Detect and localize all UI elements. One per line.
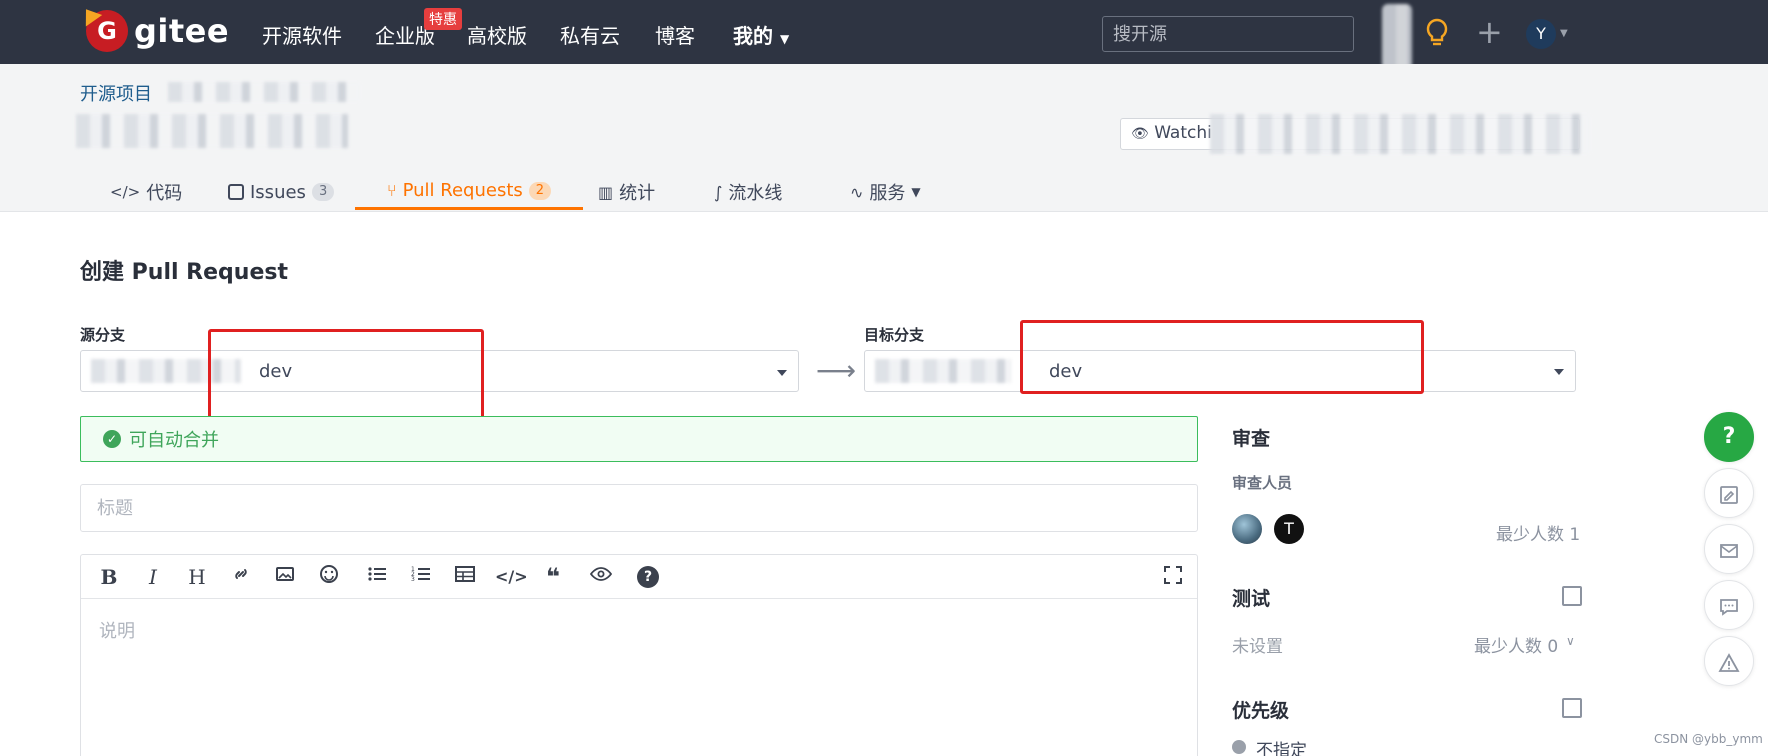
nav-university[interactable]: 高校版 — [467, 20, 527, 49]
service-icon: ∿ — [850, 182, 864, 202]
arrow-right-icon: ⟶ — [816, 354, 857, 387]
test-value: 未设置 — [1232, 637, 1283, 657]
tab-stats[interactable]: ▥ 统计 — [598, 174, 655, 210]
tab-service-label: 服务 — [869, 183, 906, 204]
priority-section-title: 优先级 — [1232, 700, 1290, 722]
enterprise-promo-badge: 特惠 — [424, 8, 462, 30]
test-min-count[interactable]: 最少人数 0 — [1474, 632, 1558, 657]
pipeline-icon: ∫ — [714, 182, 723, 202]
highlight-box-source — [208, 329, 484, 421]
nav-open-source[interactable]: 开源软件 — [262, 20, 342, 49]
nav-mine-label: 我的 — [733, 24, 773, 48]
review-min-count: 最少人数 1 — [1496, 525, 1581, 545]
italic-icon[interactable]: I — [139, 563, 167, 591]
mail-float-button[interactable] — [1704, 524, 1754, 574]
reviewers-label: 审查人员 — [1232, 474, 1293, 492]
target-repo-redacted — [875, 359, 1011, 383]
preview-eye-icon[interactable] — [587, 563, 615, 591]
image-icon[interactable] — [271, 563, 299, 591]
plus-icon[interactable]: + — [1476, 14, 1503, 50]
nav-mine[interactable]: 我的 ▼ — [733, 20, 789, 49]
review-section-title: 审查 — [1232, 428, 1271, 450]
issues-count-badge: 3 — [311, 183, 335, 201]
pr-title-input[interactable] — [80, 484, 1198, 532]
user-avatar[interactable]: Y — [1526, 19, 1556, 49]
quote-icon[interactable]: ❝ — [539, 563, 567, 591]
tab-issues-label: Issues — [250, 181, 306, 203]
tab-pull-requests-label: Pull Requests — [402, 180, 523, 201]
edit-icon[interactable] — [1562, 586, 1582, 606]
blurred-avatar-redacted — [1382, 4, 1412, 70]
bullet-list-icon[interactable] — [363, 563, 391, 591]
test-section-title: 测试 — [1232, 588, 1271, 610]
edit-icon[interactable] — [1562, 698, 1582, 718]
svg-text:3: 3 — [411, 576, 415, 583]
breadcrumb[interactable]: 开源项目 — [80, 80, 152, 106]
repo-actions-redacted — [1210, 114, 1590, 154]
highlight-box-target — [1020, 320, 1424, 394]
tab-issues[interactable]: Issues 3 — [228, 174, 335, 210]
help-icon[interactable]: ? — [637, 566, 659, 588]
priority-value[interactable]: 不指定 — [1256, 736, 1307, 756]
nav-blog[interactable]: 博客 — [655, 20, 695, 49]
fullscreen-icon[interactable] — [1159, 563, 1187, 591]
issues-icon — [228, 184, 244, 200]
code-icon: </> — [110, 183, 141, 201]
tab-code-label: 代码 — [146, 183, 183, 204]
code-block-icon[interactable]: </> — [495, 563, 528, 591]
description-editor[interactable]: B I H 123 </> ❝ ? 说明 — [80, 554, 1198, 756]
merge-status-text: 可自动合并 — [129, 430, 219, 451]
merge-status-banner: ✓ 可自动合并 — [80, 416, 1198, 462]
check-circle-icon: ✓ — [103, 430, 121, 448]
bold-icon[interactable]: B — [95, 563, 123, 591]
source-branch-label: 源分支 — [80, 326, 126, 344]
user-menu-chevron-icon[interactable]: ▼ — [1560, 28, 1568, 39]
tab-service[interactable]: ∿ 服务 ▼ — [850, 174, 921, 210]
lightbulb-icon[interactable] — [1424, 18, 1450, 48]
search-input[interactable] — [1102, 16, 1354, 52]
table-icon[interactable] — [451, 563, 479, 591]
logo-text[interactable]: gitee — [134, 12, 229, 50]
chat-float-button[interactable] — [1704, 580, 1754, 630]
editor-toolbar: B I H 123 </> ❝ ? — [81, 555, 1197, 599]
pull-requests-count-badge: 2 — [528, 181, 552, 200]
help-float-button[interactable]: ? — [1704, 412, 1754, 462]
chevron-down-icon[interactable]: ∨ — [1566, 634, 1575, 648]
chevron-down-icon — [1554, 369, 1564, 375]
ordered-list-icon[interactable]: 123 — [407, 563, 435, 591]
priority-dot-icon — [1232, 740, 1246, 754]
target-branch-label: 目标分支 — [864, 326, 925, 344]
chevron-down-icon: ▼ — [911, 185, 921, 199]
tab-stats-label: 统计 — [619, 183, 656, 204]
feedback-float-button[interactable] — [1704, 468, 1754, 518]
heading-icon[interactable]: H — [183, 563, 211, 591]
page-title: 创建 Pull Request — [80, 260, 288, 285]
repo-name-redacted — [76, 114, 348, 148]
tab-pipeline[interactable]: ∫ 流水线 — [714, 174, 782, 210]
watch-label: Watchi — [1154, 123, 1212, 143]
eye-icon: 👁 — [1131, 126, 1149, 142]
reviewer-avatar[interactable]: T — [1274, 514, 1304, 544]
watermark: CSDN @ybb_ymm — [1654, 732, 1763, 746]
warning-float-button[interactable] — [1704, 636, 1754, 686]
link-icon[interactable] — [227, 563, 255, 591]
chevron-down-icon: ▼ — [779, 32, 790, 46]
pull-request-icon: ⑂ — [387, 181, 397, 200]
tab-code[interactable]: </> 代码 — [110, 174, 182, 210]
repo-owner-redacted — [168, 82, 360, 102]
emoji-icon[interactable] — [315, 563, 343, 591]
nav-private-cloud[interactable]: 私有云 — [560, 20, 620, 49]
chevron-down-icon — [777, 370, 787, 376]
stats-icon: ▥ — [598, 182, 614, 202]
description-placeholder: 说明 — [99, 621, 135, 642]
tab-pipeline-label: 流水线 — [728, 183, 783, 204]
tab-pull-requests[interactable]: ⑂ Pull Requests 2 — [355, 174, 584, 210]
reviewer-avatar[interactable] — [1232, 514, 1262, 544]
